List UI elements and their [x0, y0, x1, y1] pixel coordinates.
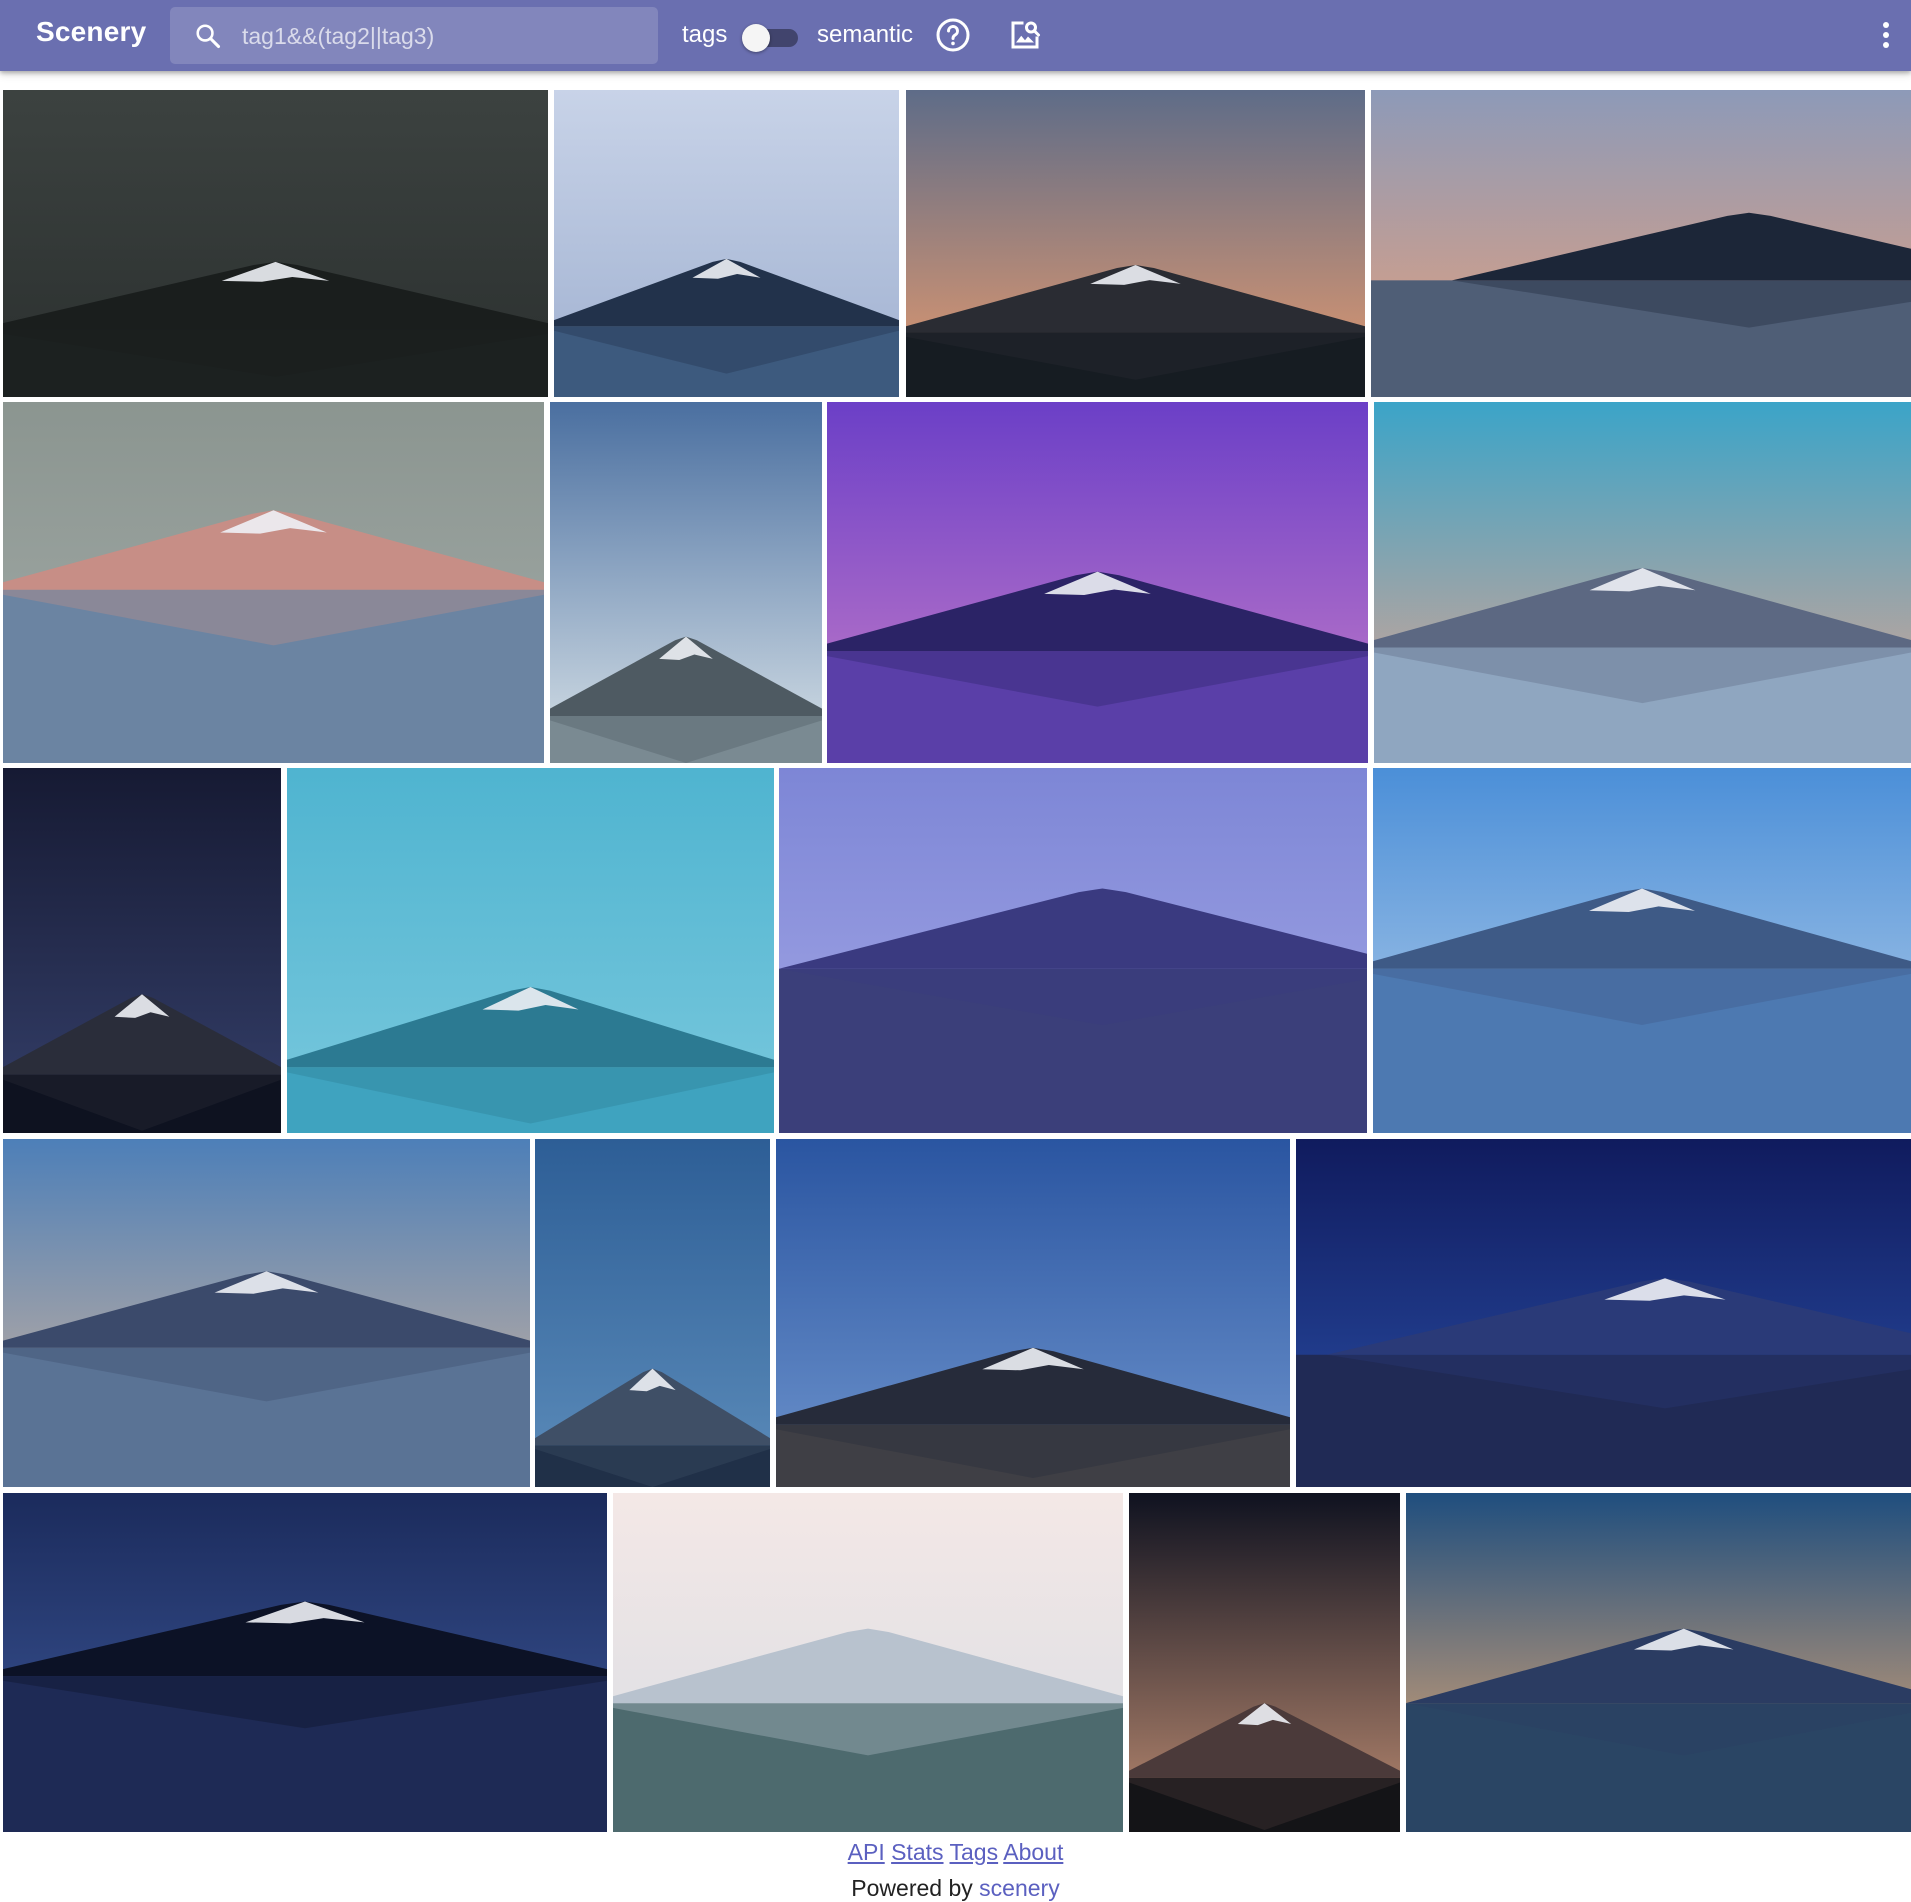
- gallery-image[interactable]: [613, 1493, 1123, 1832]
- gallery-image[interactable]: [3, 768, 281, 1133]
- landscape-thumbnail: [1296, 1139, 1911, 1487]
- footer: API Stats Tags About Powered by scenery: [0, 1839, 1911, 1902]
- menu-dot: [1883, 42, 1889, 48]
- gallery-image[interactable]: [554, 90, 899, 397]
- tags-label: tags: [682, 21, 728, 48]
- footer-link-tags[interactable]: Tags: [950, 1839, 999, 1865]
- gallery-image[interactable]: [535, 1139, 770, 1487]
- landscape-thumbnail: [1406, 1493, 1911, 1832]
- gallery-image[interactable]: [1371, 90, 1911, 397]
- more-menu-icon[interactable]: [1879, 22, 1893, 52]
- search-box[interactable]: [170, 7, 658, 64]
- toggle-thumb: [742, 24, 770, 52]
- gallery-image[interactable]: [1129, 1493, 1400, 1832]
- landscape-thumbnail: [3, 768, 281, 1133]
- landscape-thumbnail: [906, 90, 1365, 397]
- landscape-thumbnail: [554, 90, 899, 397]
- gallery-image[interactable]: [1406, 1493, 1911, 1832]
- app-bar: Scenery tags semantic: [0, 0, 1911, 71]
- gallery-image[interactable]: [906, 90, 1365, 397]
- menu-dot: [1883, 22, 1889, 28]
- gallery-image[interactable]: [1374, 402, 1911, 763]
- semantic-label: semantic: [817, 21, 914, 48]
- footer-link-about[interactable]: About: [1003, 1839, 1063, 1865]
- menu-dot: [1883, 32, 1889, 38]
- gallery-image[interactable]: [3, 1493, 607, 1832]
- landscape-thumbnail: [1371, 90, 1911, 397]
- gallery-image[interactable]: [1373, 768, 1911, 1133]
- gallery-image[interactable]: [3, 402, 544, 763]
- landscape-thumbnail: [1129, 1493, 1400, 1832]
- landscape-thumbnail: [1373, 768, 1911, 1133]
- footer-link-api[interactable]: API: [848, 1839, 885, 1865]
- landscape-thumbnail: [613, 1493, 1123, 1832]
- tags-toggle[interactable]: [740, 22, 800, 52]
- landscape-thumbnail: [3, 1493, 607, 1832]
- landscape-thumbnail: [827, 402, 1368, 763]
- gallery-image[interactable]: [827, 402, 1368, 763]
- landscape-thumbnail: [3, 402, 544, 763]
- gallery-image[interactable]: [3, 90, 548, 397]
- landscape-thumbnail: [3, 1139, 530, 1487]
- gallery-image[interactable]: [1296, 1139, 1911, 1487]
- gallery-image[interactable]: [550, 402, 822, 763]
- help-icon[interactable]: [935, 17, 971, 53]
- landscape-thumbnail: [1374, 402, 1911, 763]
- footer-link-stats[interactable]: Stats: [891, 1839, 943, 1865]
- landscape-thumbnail: [535, 1139, 770, 1487]
- gallery-image[interactable]: [3, 1139, 530, 1487]
- landscape-thumbnail: [776, 1139, 1290, 1487]
- powered-by-link[interactable]: scenery: [979, 1875, 1060, 1901]
- app-title[interactable]: Scenery: [36, 16, 146, 48]
- landscape-thumbnail: [3, 90, 548, 397]
- landscape-thumbnail: [779, 768, 1367, 1133]
- footer-links: API Stats Tags About: [848, 1839, 1064, 1866]
- landscape-thumbnail: [287, 768, 774, 1133]
- image-search-icon[interactable]: [1007, 17, 1043, 53]
- gallery-image[interactable]: [779, 768, 1367, 1133]
- gallery-image[interactable]: [776, 1139, 1290, 1487]
- powered-by: Powered by scenery: [0, 1875, 1911, 1902]
- search-input[interactable]: [240, 17, 644, 55]
- search-icon: [196, 24, 221, 49]
- powered-by-text: Powered by: [851, 1875, 973, 1901]
- landscape-thumbnail: [550, 402, 822, 763]
- gallery-image[interactable]: [287, 768, 774, 1133]
